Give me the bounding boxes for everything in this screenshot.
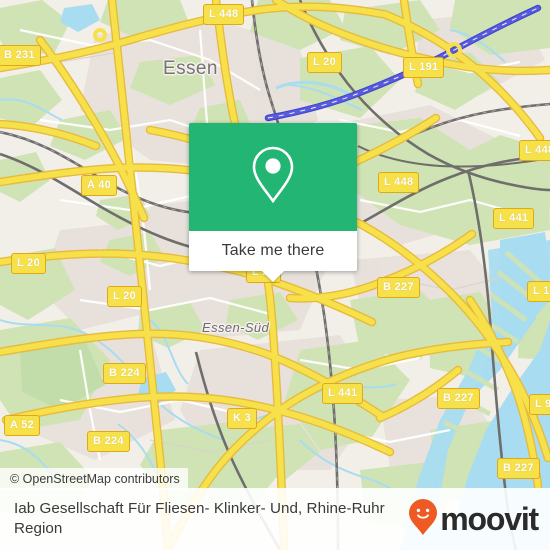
place-title: Iab Gesellschaft Für Fliesen- Klinker- U… — [14, 499, 385, 537]
map-pin-icon — [250, 145, 296, 210]
moovit-pin-smiley-icon — [408, 498, 438, 541]
osm-attribution[interactable]: © OpenStreetMap contributors — [0, 468, 188, 490]
bottom-info-bar: Iab Gesellschaft Für Fliesen- Klinker- U… — [0, 488, 550, 550]
location-popup-card[interactable]: Take me there — [189, 123, 357, 282]
moovit-wordmark: moovit — [440, 501, 539, 537]
popup-pointer-tail — [262, 271, 284, 282]
moovit-brand[interactable]: moovit — [408, 498, 539, 541]
take-me-there-label: Take me there — [221, 242, 325, 259]
popup-icon-area — [189, 123, 357, 231]
take-me-there-button[interactable]: Take me there — [189, 231, 357, 282]
map-screen: Essen Essen-Süd L 448 B 231 L 20 L 191 L… — [0, 0, 550, 550]
